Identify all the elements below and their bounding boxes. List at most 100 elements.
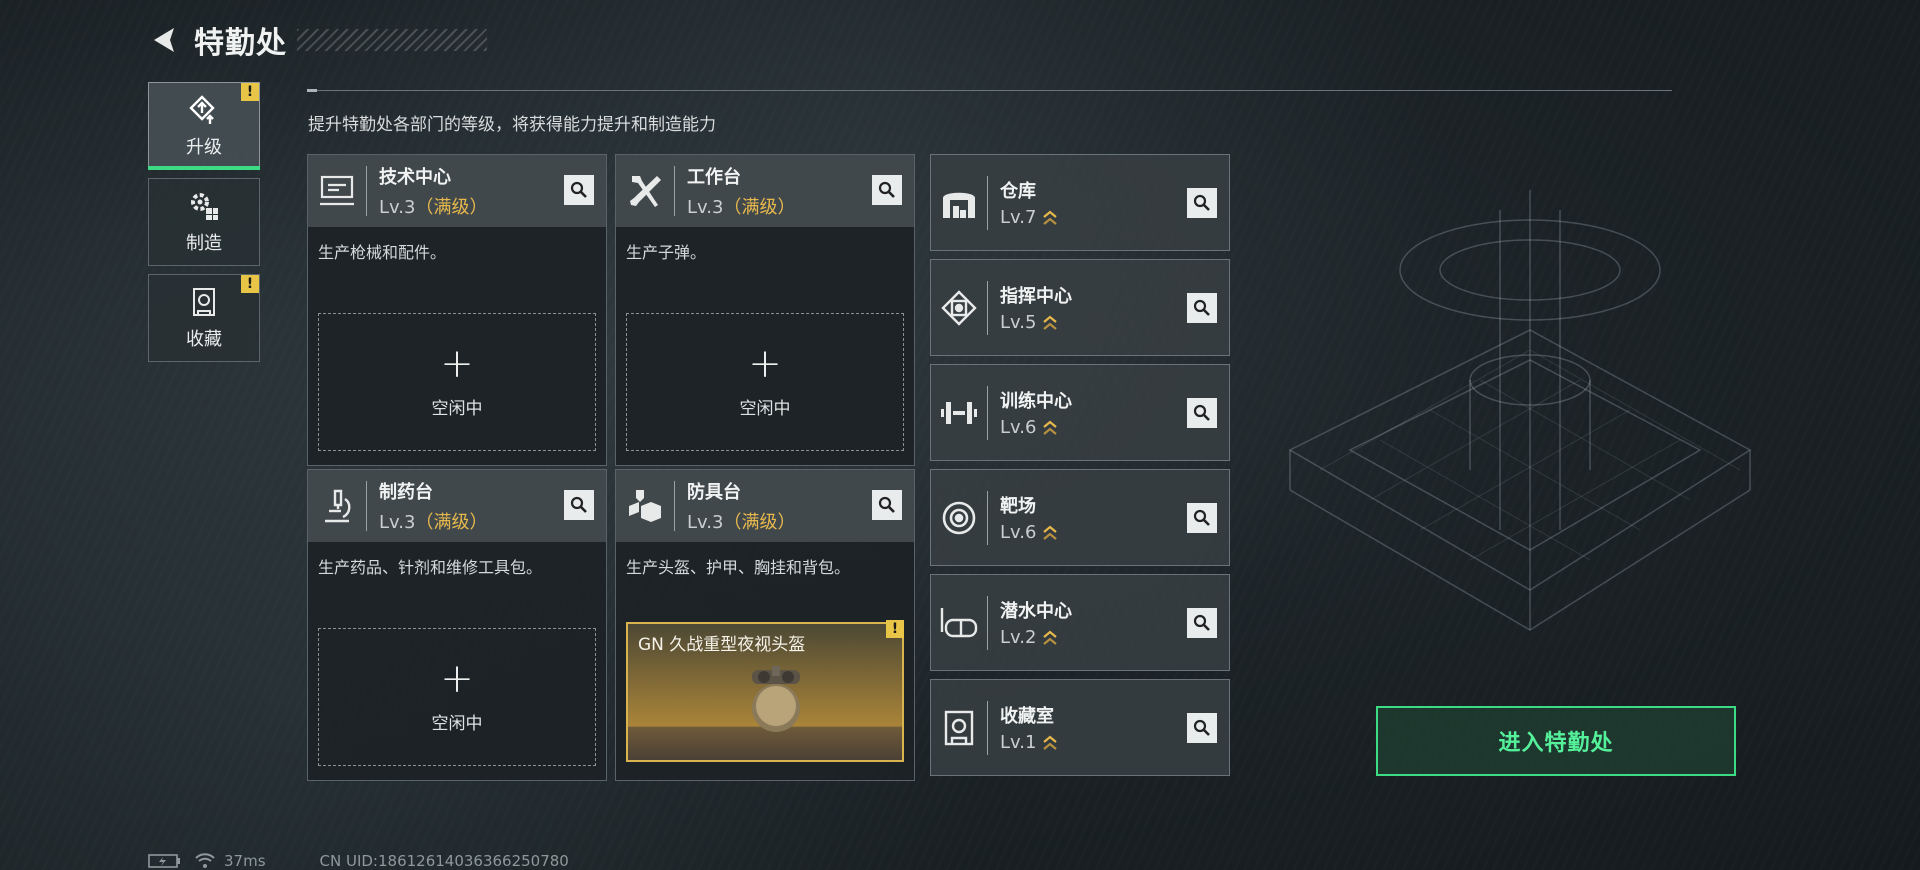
facility-level: Lv.1 — [1000, 732, 1058, 753]
card-name: 防具台 — [687, 482, 741, 503]
card-header: 工作台 Lv.3（满级） — [616, 155, 914, 227]
card-header: 技术中心 Lv.3（满级） — [308, 155, 606, 227]
search-button[interactable] — [564, 175, 594, 205]
plus-icon: + — [440, 340, 474, 387]
card-description: 生产药品、针剂和维修工具包。 — [318, 558, 543, 577]
facility-name: 仓库 — [1000, 181, 1036, 202]
magnifier-icon — [570, 496, 587, 513]
player-uid: CN UID:18612614036366250780 — [319, 852, 569, 870]
search-button[interactable] — [1187, 188, 1217, 218]
search-button[interactable] — [1187, 503, 1217, 533]
back-arrow-icon[interactable] — [148, 23, 182, 57]
tab-craft-label: 制造 — [186, 233, 222, 254]
upgrade-chevron-icon — [1043, 210, 1058, 225]
card-level: Lv.3（满级） — [687, 512, 796, 533]
tab-craft[interactable]: 制造 — [148, 178, 260, 266]
computer-icon — [308, 155, 366, 227]
idle-text: 空闲中 — [739, 398, 791, 419]
collection-icon — [187, 285, 221, 319]
card-description: 生产头盔、护甲、胸挂和背包。 — [626, 558, 851, 577]
idle-production-slot[interactable]: + 空闲中 — [318, 313, 596, 451]
search-button[interactable] — [564, 490, 594, 520]
upgrade-chevron-icon — [1043, 315, 1058, 330]
idle-text: 空闲中 — [431, 398, 483, 419]
search-button[interactable] — [1187, 398, 1217, 428]
side-nav: 升级 ! 制造 收藏 ! — [148, 82, 260, 370]
magnifier-icon — [1193, 194, 1210, 211]
facility-name: 靶场 — [1000, 496, 1036, 517]
facility-row-collection-room[interactable]: 收藏室 Lv.1 — [930, 679, 1230, 776]
page-title: 特勤处 — [194, 26, 287, 61]
facility-level: Lv.7 — [1000, 207, 1058, 228]
search-button[interactable] — [872, 490, 902, 520]
card-header: 制药台 Lv.3（满级） — [308, 470, 606, 542]
search-button[interactable] — [1187, 293, 1217, 323]
upgrade-chevron-icon — [1043, 630, 1058, 645]
workbench-card-pharmacy: 制药台 Lv.3（满级） 生产药品、针剂和维修工具包。 + 空闲中 — [307, 469, 607, 781]
facility-row-diving-center[interactable]: 潜水中心 Lv.2 — [930, 574, 1230, 671]
facility-row-command-center[interactable]: 指挥中心 Lv.5 — [930, 259, 1230, 356]
status-bar: 37ms CN UID:18612614036366250780 — [148, 852, 569, 870]
upgrade-chevron-icon — [1043, 525, 1058, 540]
facility-level: Lv.2 — [1000, 627, 1072, 648]
plus-icon: + — [748, 340, 782, 387]
item-alert-badge: ! — [886, 620, 904, 638]
facility-row-shooting-range[interactable]: 靶场 Lv.6 — [930, 469, 1230, 566]
tab-collection[interactable]: 收藏 ! — [148, 274, 260, 362]
battery-icon — [148, 854, 180, 868]
magnifier-icon — [1193, 404, 1210, 421]
command-icon — [931, 259, 987, 356]
idle-production-slot[interactable]: + 空闲中 — [626, 313, 904, 451]
search-button[interactable] — [872, 175, 902, 205]
magnifier-icon — [1193, 719, 1210, 736]
title-hatch-decoration — [297, 29, 487, 51]
magnifier-icon — [878, 496, 895, 513]
warehouse-icon — [931, 154, 987, 251]
tab-upgrade-alert-badge: ! — [241, 83, 259, 101]
facility-level: Lv.6 — [1000, 522, 1058, 543]
header: 特勤处 — [148, 20, 487, 61]
wifi-icon — [195, 853, 215, 868]
helmet-icon — [752, 666, 800, 732]
facility-name: 潜水中心 — [1000, 601, 1072, 622]
card-name: 制药台 — [379, 482, 433, 503]
enter-button-label: 进入特勤处 — [1498, 731, 1614, 756]
crafting-item-name: GN 久战重型夜视头盔 — [638, 635, 806, 655]
card-level: Lv.3（满级） — [379, 512, 488, 533]
tab-upgrade[interactable]: 升级 ! — [148, 82, 260, 170]
facility-row-warehouse[interactable]: 仓库 Lv.7 — [930, 154, 1230, 251]
upgrade-icon — [187, 93, 221, 127]
base-wireframe-illustration — [1288, 190, 1752, 631]
tab-upgrade-label: 升级 — [186, 137, 222, 158]
microscope-icon — [308, 470, 366, 542]
facility-level: Lv.6 — [1000, 417, 1072, 438]
card-name: 技术中心 — [379, 167, 451, 188]
tools-icon — [616, 155, 674, 227]
card-description: 生产枪械和配件。 — [318, 243, 447, 262]
card-level: Lv.3（满级） — [379, 197, 488, 218]
magnifier-icon — [878, 181, 895, 198]
dumbbell-icon — [931, 364, 987, 461]
workbench-card-armory: 防具台 Lv.3（满级） 生产头盔、护甲、胸挂和背包。 GN 久战重型夜视头盔 … — [615, 469, 915, 781]
upgrade-chevron-icon — [1043, 420, 1058, 435]
facility-name: 训练中心 — [1000, 391, 1072, 412]
enter-special-ops-button[interactable]: 进入特勤处 — [1376, 706, 1736, 776]
search-button[interactable] — [1187, 713, 1217, 743]
tab-collection-label: 收藏 — [186, 329, 222, 350]
search-button[interactable] — [1187, 608, 1217, 638]
plus-icon: + — [440, 655, 474, 702]
magnifier-icon — [570, 181, 587, 198]
gears-icon — [187, 189, 221, 223]
workbench-card-workbench: 工作台 Lv.3（满级） 生产子弹。 + 空闲中 — [615, 154, 915, 466]
card-level: Lv.3（满级） — [687, 197, 796, 218]
crafting-item-slot[interactable]: GN 久战重型夜视头盔 ! — [626, 620, 904, 762]
facility-row-training-center[interactable]: 训练中心 Lv.6 — [930, 364, 1230, 461]
card-description: 生产子弹。 — [626, 243, 707, 262]
upgrade-chevron-icon — [1043, 735, 1058, 750]
vault-icon — [931, 679, 987, 776]
magnifier-icon — [1193, 299, 1210, 316]
card-name: 工作台 — [687, 167, 741, 188]
latency-text: 37ms — [224, 852, 266, 870]
idle-production-slot[interactable]: + 空闲中 — [318, 628, 596, 766]
tab-collection-alert-badge: ! — [241, 275, 259, 293]
